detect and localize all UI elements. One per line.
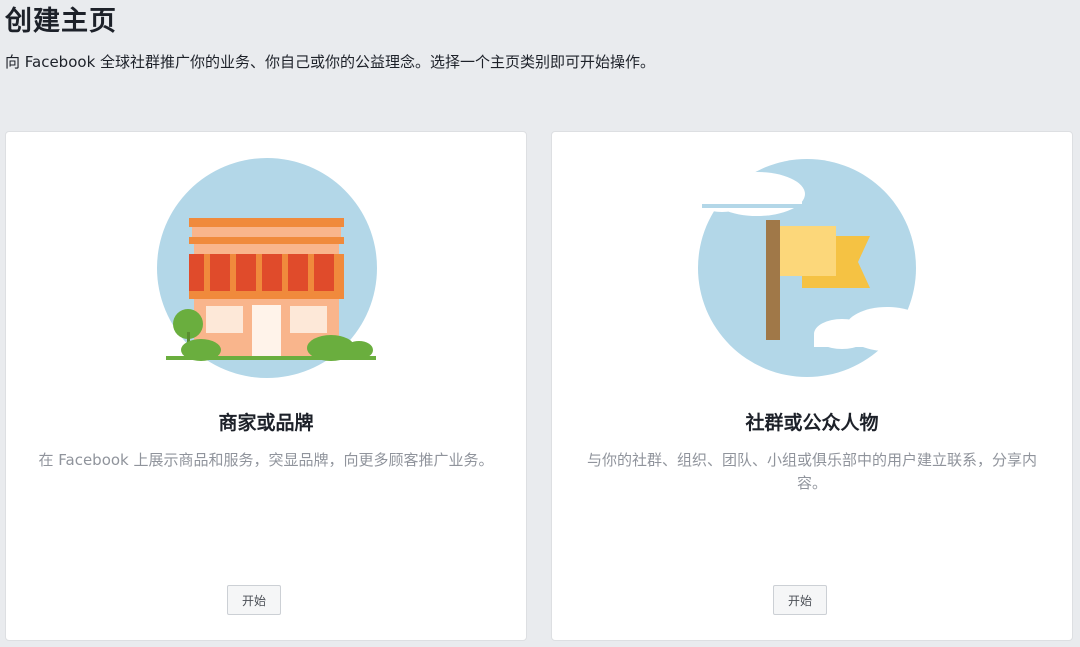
community-start-button[interactable]: 开始	[773, 585, 827, 615]
card-description: 与你的社群、组织、团队、小组或俱乐部中的用户建立联系，分享内容。	[586, 451, 1037, 492]
ground-line	[166, 356, 376, 360]
flag-illustration	[697, 159, 930, 377]
store-awning	[189, 254, 344, 291]
store-roof-top	[189, 218, 344, 227]
store-awning-trim	[189, 291, 344, 299]
store-window-right	[290, 306, 327, 333]
store-upper-wall	[192, 227, 341, 237]
page-title: 创建主页	[5, 6, 117, 37]
card-title: 社群或公众人物	[745, 412, 879, 434]
store-window-left	[206, 306, 243, 333]
page-subtitle: 向 Facebook 全球社群推广你的业务、你自己或你的公益理念。选择一个主页类…	[5, 53, 656, 71]
business-brand-card[interactable]: 商家或品牌 在 Facebook 上展示商品和服务，突显品牌，向更多顾客推广业务…	[5, 131, 527, 641]
card-title: 商家或品牌	[218, 412, 314, 434]
flag-main	[780, 226, 836, 276]
flag-pole	[766, 220, 780, 340]
business-start-button[interactable]: 开始	[227, 585, 281, 615]
community-public-figure-card[interactable]: 社群或公众人物 与你的社群、组织、团队、小组或俱乐部中的用户建立联系，分享内容。…	[551, 131, 1073, 641]
storefront-illustration	[157, 158, 377, 378]
store-upper-band	[194, 244, 339, 254]
store-door	[252, 305, 281, 357]
card-description: 在 Facebook 上展示商品和服务，突显品牌，向更多顾客推广业务。	[38, 451, 494, 469]
store-roof-bottom	[189, 237, 344, 244]
cloud-top	[697, 172, 805, 216]
